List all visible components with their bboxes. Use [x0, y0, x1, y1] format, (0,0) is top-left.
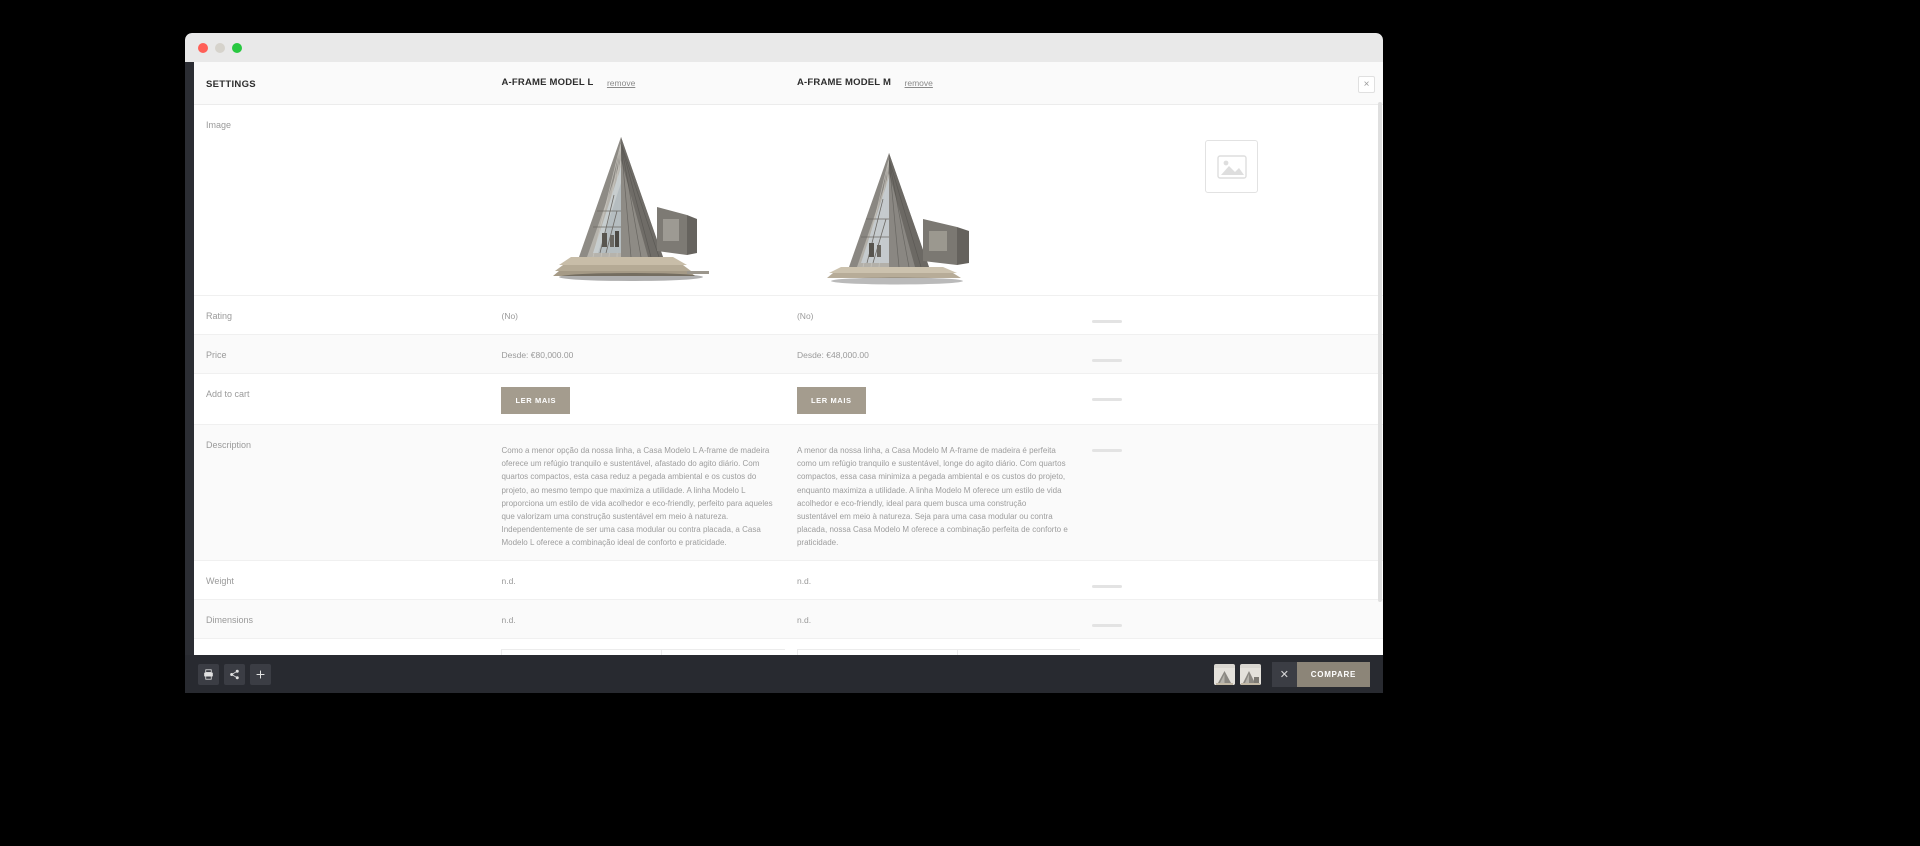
- share-icon: [230, 669, 239, 679]
- compare-panel: × SETTINGS A-FRAME MODEL L remove A-FRAM…: [194, 62, 1383, 655]
- a-frame-thumbnail-icon: [1213, 667, 1235, 685]
- row-label-additional-information: Additional information: [206, 643, 293, 656]
- row-image: Image: [194, 104, 1383, 296]
- maximize-window-button[interactable]: [232, 42, 242, 53]
- close-icon[interactable]: ×: [1358, 76, 1375, 93]
- read-more-button-1[interactable]: LER MAIS: [796, 387, 866, 414]
- empty-image-cell: [1080, 104, 1383, 296]
- product-title: A-FRAME MODEL M: [796, 77, 892, 89]
- row-weight: Weight n.d. n.d.: [194, 560, 1383, 600]
- row-label-add-to-cart: Add to cart: [206, 389, 250, 399]
- empty-header: [1080, 62, 1383, 105]
- weight-value-1: n.d.: [796, 575, 812, 586]
- empty-stub: [1092, 359, 1123, 362]
- share-button[interactable]: [224, 663, 245, 685]
- a-frame-thumbnail-icon: [1239, 667, 1261, 685]
- empty-stub: [1092, 320, 1123, 323]
- row-rating: Rating (No) (No): [194, 295, 1383, 335]
- remove-product-link[interactable]: remove: [607, 78, 635, 88]
- product-image-cell-1: [784, 104, 1081, 296]
- product-image-cell-0: [489, 104, 785, 296]
- additional-info-cell-1: Metros Quadrados 59, 79, 83 Casa de Banh…: [784, 638, 1085, 655]
- additional-info-cell-0: Casa de Banho 2, 3 Metros Quadrados 114,…: [489, 638, 790, 655]
- compare-thumbnail-1[interactable]: [1239, 663, 1261, 685]
- plus-icon: [256, 670, 265, 678]
- remove-product-link[interactable]: remove: [905, 78, 933, 88]
- product-image-1[interactable]: [796, 115, 1031, 285]
- printer-icon: [204, 668, 213, 680]
- row-dimensions: Dimensions n.d. n.d.: [194, 599, 1383, 639]
- vertical-scrollbar[interactable]: [1378, 62, 1383, 655]
- add-button[interactable]: [250, 663, 271, 685]
- description-text-0: Como a menor opção da nossa linha, a Cas…: [501, 446, 773, 548]
- image-placeholder-icon: [1205, 140, 1259, 193]
- scrollbar-thumb[interactable]: [1378, 102, 1382, 602]
- dimensions-value-1: n.d.: [796, 614, 812, 625]
- weight-value-0: n.d.: [501, 575, 516, 586]
- close-compare-button[interactable]: ✕: [1271, 661, 1297, 687]
- price-value-0: Desde: €80,000.00: [501, 350, 574, 360]
- row-label-dimensions: Dimensions: [206, 614, 254, 625]
- settings-header-cell: SETTINGS: [194, 62, 490, 105]
- screen: × SETTINGS A-FRAME MODEL L remove A-FRAM…: [0, 0, 1920, 846]
- rating-value-0: (No): [501, 311, 519, 321]
- comparison-table: SETTINGS A-FRAME MODEL L remove A-FRAME …: [194, 62, 1383, 655]
- row-add-to-cart: Add to cart LER MAIS LER MAIS: [194, 373, 1383, 425]
- description-text-1: A menor da nossa linha, a Casa Modelo M …: [796, 446, 1068, 548]
- minimize-window-button[interactable]: [215, 42, 225, 53]
- a-frame-house-l-illustration: [501, 115, 736, 285]
- row-label-price: Price: [206, 350, 227, 360]
- browser-window: × SETTINGS A-FRAME MODEL L remove A-FRAM…: [185, 33, 1383, 655]
- rating-value-1: (No): [796, 311, 814, 321]
- product-image-0[interactable]: [501, 115, 736, 285]
- row-label-weight: Weight: [206, 575, 234, 586]
- bottom-toolbar: ✕ COMPARE: [185, 655, 1383, 693]
- row-label-image: Image: [206, 120, 232, 130]
- compare-thumbnail-0[interactable]: [1213, 663, 1235, 685]
- product-header-1: A-FRAME MODEL M remove: [784, 62, 1081, 105]
- empty-stub: [1092, 449, 1123, 452]
- product-header-0: A-FRAME MODEL L remove: [489, 62, 785, 105]
- price-value-1: Desde: €48,000.00: [796, 350, 869, 360]
- row-price: Price Desde: €80,000.00 Desde: €48,000.0…: [194, 334, 1383, 374]
- compare-button[interactable]: COMPARE: [1296, 661, 1370, 687]
- row-description: Description Como a menor opção da nossa …: [194, 424, 1383, 561]
- row-label-description: Description: [206, 440, 252, 450]
- print-button[interactable]: [198, 663, 219, 685]
- row-label-rating: Rating: [206, 311, 233, 321]
- read-more-button-0[interactable]: LER MAIS: [501, 387, 571, 414]
- window-titlebar: [185, 33, 1383, 62]
- a-frame-house-m-illustration: [796, 115, 1031, 285]
- empty-stub: [1092, 398, 1123, 401]
- close-window-button[interactable]: [198, 42, 208, 53]
- row-additional-information: Additional information Casa de Banho 2, …: [194, 638, 1383, 655]
- empty-stub: [1092, 623, 1123, 627]
- dimensions-value-0: n.d.: [501, 614, 516, 625]
- product-title: A-FRAME MODEL L: [501, 77, 594, 89]
- picture-icon: [1217, 154, 1247, 179]
- empty-stub: [1092, 584, 1123, 588]
- table-header-row: SETTINGS A-FRAME MODEL L remove A-FRAME …: [194, 62, 1383, 105]
- settings-label: SETTINGS: [206, 79, 256, 90]
